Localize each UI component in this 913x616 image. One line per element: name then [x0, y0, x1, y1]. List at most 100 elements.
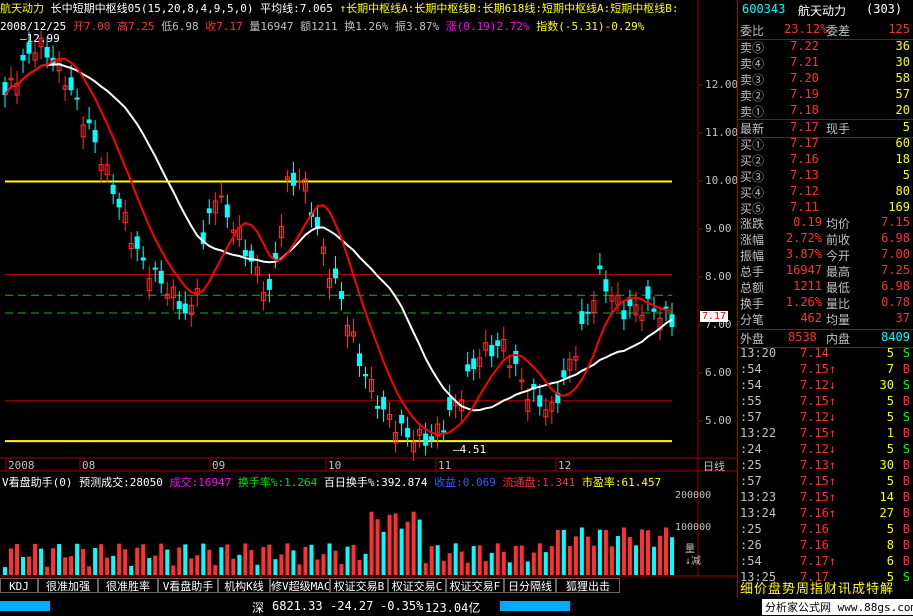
tick-price: 7.15↑ [800, 474, 837, 488]
bid-row: 买① 7.17 60 [738, 136, 913, 153]
indicator-tab[interactable]: V看盘助手 [158, 578, 218, 593]
candle-body [182, 303, 188, 314]
ask-level: 卖② [740, 89, 765, 103]
tick-volume: 5 [886, 474, 894, 488]
tick-time: :57 [740, 474, 762, 488]
price-axis-label: 10.00 [705, 174, 739, 187]
candle-body [86, 119, 92, 124]
period-mode[interactable]: 日线 [703, 458, 725, 474]
volume-bar [345, 546, 350, 575]
ratio-label: 委比 [740, 24, 765, 38]
volume-bar [567, 545, 572, 575]
volume-bar [159, 543, 164, 575]
volume-bar [441, 560, 446, 575]
indicator-tab[interactable]: 权证交易C [388, 578, 446, 593]
ask-row: 卖④ 7.21 30 [738, 55, 913, 72]
tick-time: :26 [740, 538, 762, 552]
tick-side: S [902, 378, 910, 392]
indicator-tab[interactable]: KDJ [0, 578, 38, 593]
indicator-tab[interactable]: 狐狸出击 [556, 578, 620, 593]
candle-body [465, 364, 471, 372]
date-axis-label: 08 [82, 459, 96, 472]
bid-row: 买③ 7.13 5 [738, 168, 913, 185]
tick-volume: 27 [879, 506, 894, 520]
tick-time: :25 [740, 458, 762, 472]
tick-side: B [902, 426, 910, 440]
tick-volume: 5 [886, 442, 894, 456]
volume-bar [651, 546, 656, 575]
volume-bar [405, 521, 410, 575]
tick-price: 7.15↑ [800, 362, 837, 376]
bid-level: 买① [740, 138, 765, 152]
tick-side: B [902, 362, 910, 376]
volume-bar [243, 543, 248, 575]
date-axis-label: 2008 [8, 459, 35, 472]
ask-volume: 58 [895, 71, 910, 85]
stat-value: 6.98 [881, 231, 910, 245]
status-index: 6821.33 [272, 599, 323, 613]
ask-price: 7.21 [790, 55, 819, 69]
chart-area[interactable]: 航天动力 长中短期中枢线05(15,20,8,4,9,5,0) 平均线:7.06… [0, 0, 739, 614]
volume-bar [417, 519, 422, 575]
status-market: 深 [252, 601, 265, 615]
volume-bar [465, 562, 470, 575]
volume-bar [237, 554, 242, 575]
stat-value: 0.78 [881, 295, 910, 309]
volume-bar [63, 557, 68, 575]
volume-bar [27, 556, 32, 575]
stat-label: 今开 [826, 249, 851, 263]
indicator-tab[interactable]: 权证交易F [446, 578, 504, 593]
volume-bar [273, 559, 278, 575]
candle-body [20, 54, 26, 61]
vol-axis-200000: 200000 [675, 490, 712, 501]
indicator-tab[interactable]: 日分隔线 [504, 578, 556, 593]
tick-side: S [902, 570, 910, 584]
volume-bar [201, 543, 206, 575]
indicator-tab[interactable]: 很准胜率 [98, 578, 158, 593]
volume-bar [591, 545, 596, 575]
indicator-tab[interactable]: 很准加强 [38, 578, 98, 593]
panel-bottom-tabs[interactable]: 细价盘势周指财讯成特解 [740, 578, 894, 597]
tick-side: S [902, 346, 910, 360]
volume-bar [663, 527, 668, 575]
volume-bar [429, 546, 434, 575]
tick-price: 7.16↑ [800, 506, 837, 520]
tick-row: :54 7.17↑ 6 B [738, 554, 913, 571]
candle-body [399, 414, 405, 424]
indicator-tabs: KDJ很准加强很准胜率V看盘助手机构K线修V超级MACD权证交易B权证交易C权证… [0, 578, 737, 593]
high-mark-label: —12.99 [20, 32, 60, 45]
volume-bar [297, 564, 302, 575]
vol-volume: 成交:16947 [169, 476, 232, 489]
tick-side: S [902, 410, 910, 424]
candle-body [375, 405, 381, 409]
volume-bar [495, 543, 500, 575]
tick-price: 7.14 [800, 346, 829, 360]
bid-price: 7.11 [790, 200, 819, 214]
candle-body [332, 268, 338, 279]
tick-time: 13:24 [740, 506, 777, 520]
volume-bar [555, 529, 560, 575]
volume-bar [219, 547, 224, 575]
stat-row: 涨跌 0.19 均价 7.15 [738, 215, 913, 232]
indicator-tab[interactable]: 权证交易B [330, 578, 388, 593]
candle-body [92, 130, 98, 143]
candle-body [116, 198, 122, 208]
volume-bar [525, 561, 530, 575]
volume-bar [141, 544, 146, 575]
ma-red-line [4, 57, 673, 436]
volume-bar [87, 566, 92, 575]
volume-bar [393, 513, 398, 575]
tick-time: :55 [740, 394, 762, 408]
indicator-tab[interactable]: 修V超级MACD [270, 578, 330, 593]
bid-price: 7.17 [790, 136, 819, 150]
status-bar: 深 6821.33 -24.27 -0.35% 123.04亿 分析家公式网 w… [0, 598, 913, 615]
tick-side: B [902, 394, 910, 408]
indicator-tab[interactable]: 机构K线 [218, 578, 270, 593]
bid-volume: 60 [895, 136, 910, 150]
volume-bar [9, 548, 14, 575]
candle-body [44, 47, 50, 58]
tick-row: :57 7.12↓ 5 S [738, 410, 913, 427]
bid-price: 7.12 [790, 184, 819, 198]
stat-value: 0.19 [793, 215, 822, 229]
status-indicator [0, 601, 50, 611]
